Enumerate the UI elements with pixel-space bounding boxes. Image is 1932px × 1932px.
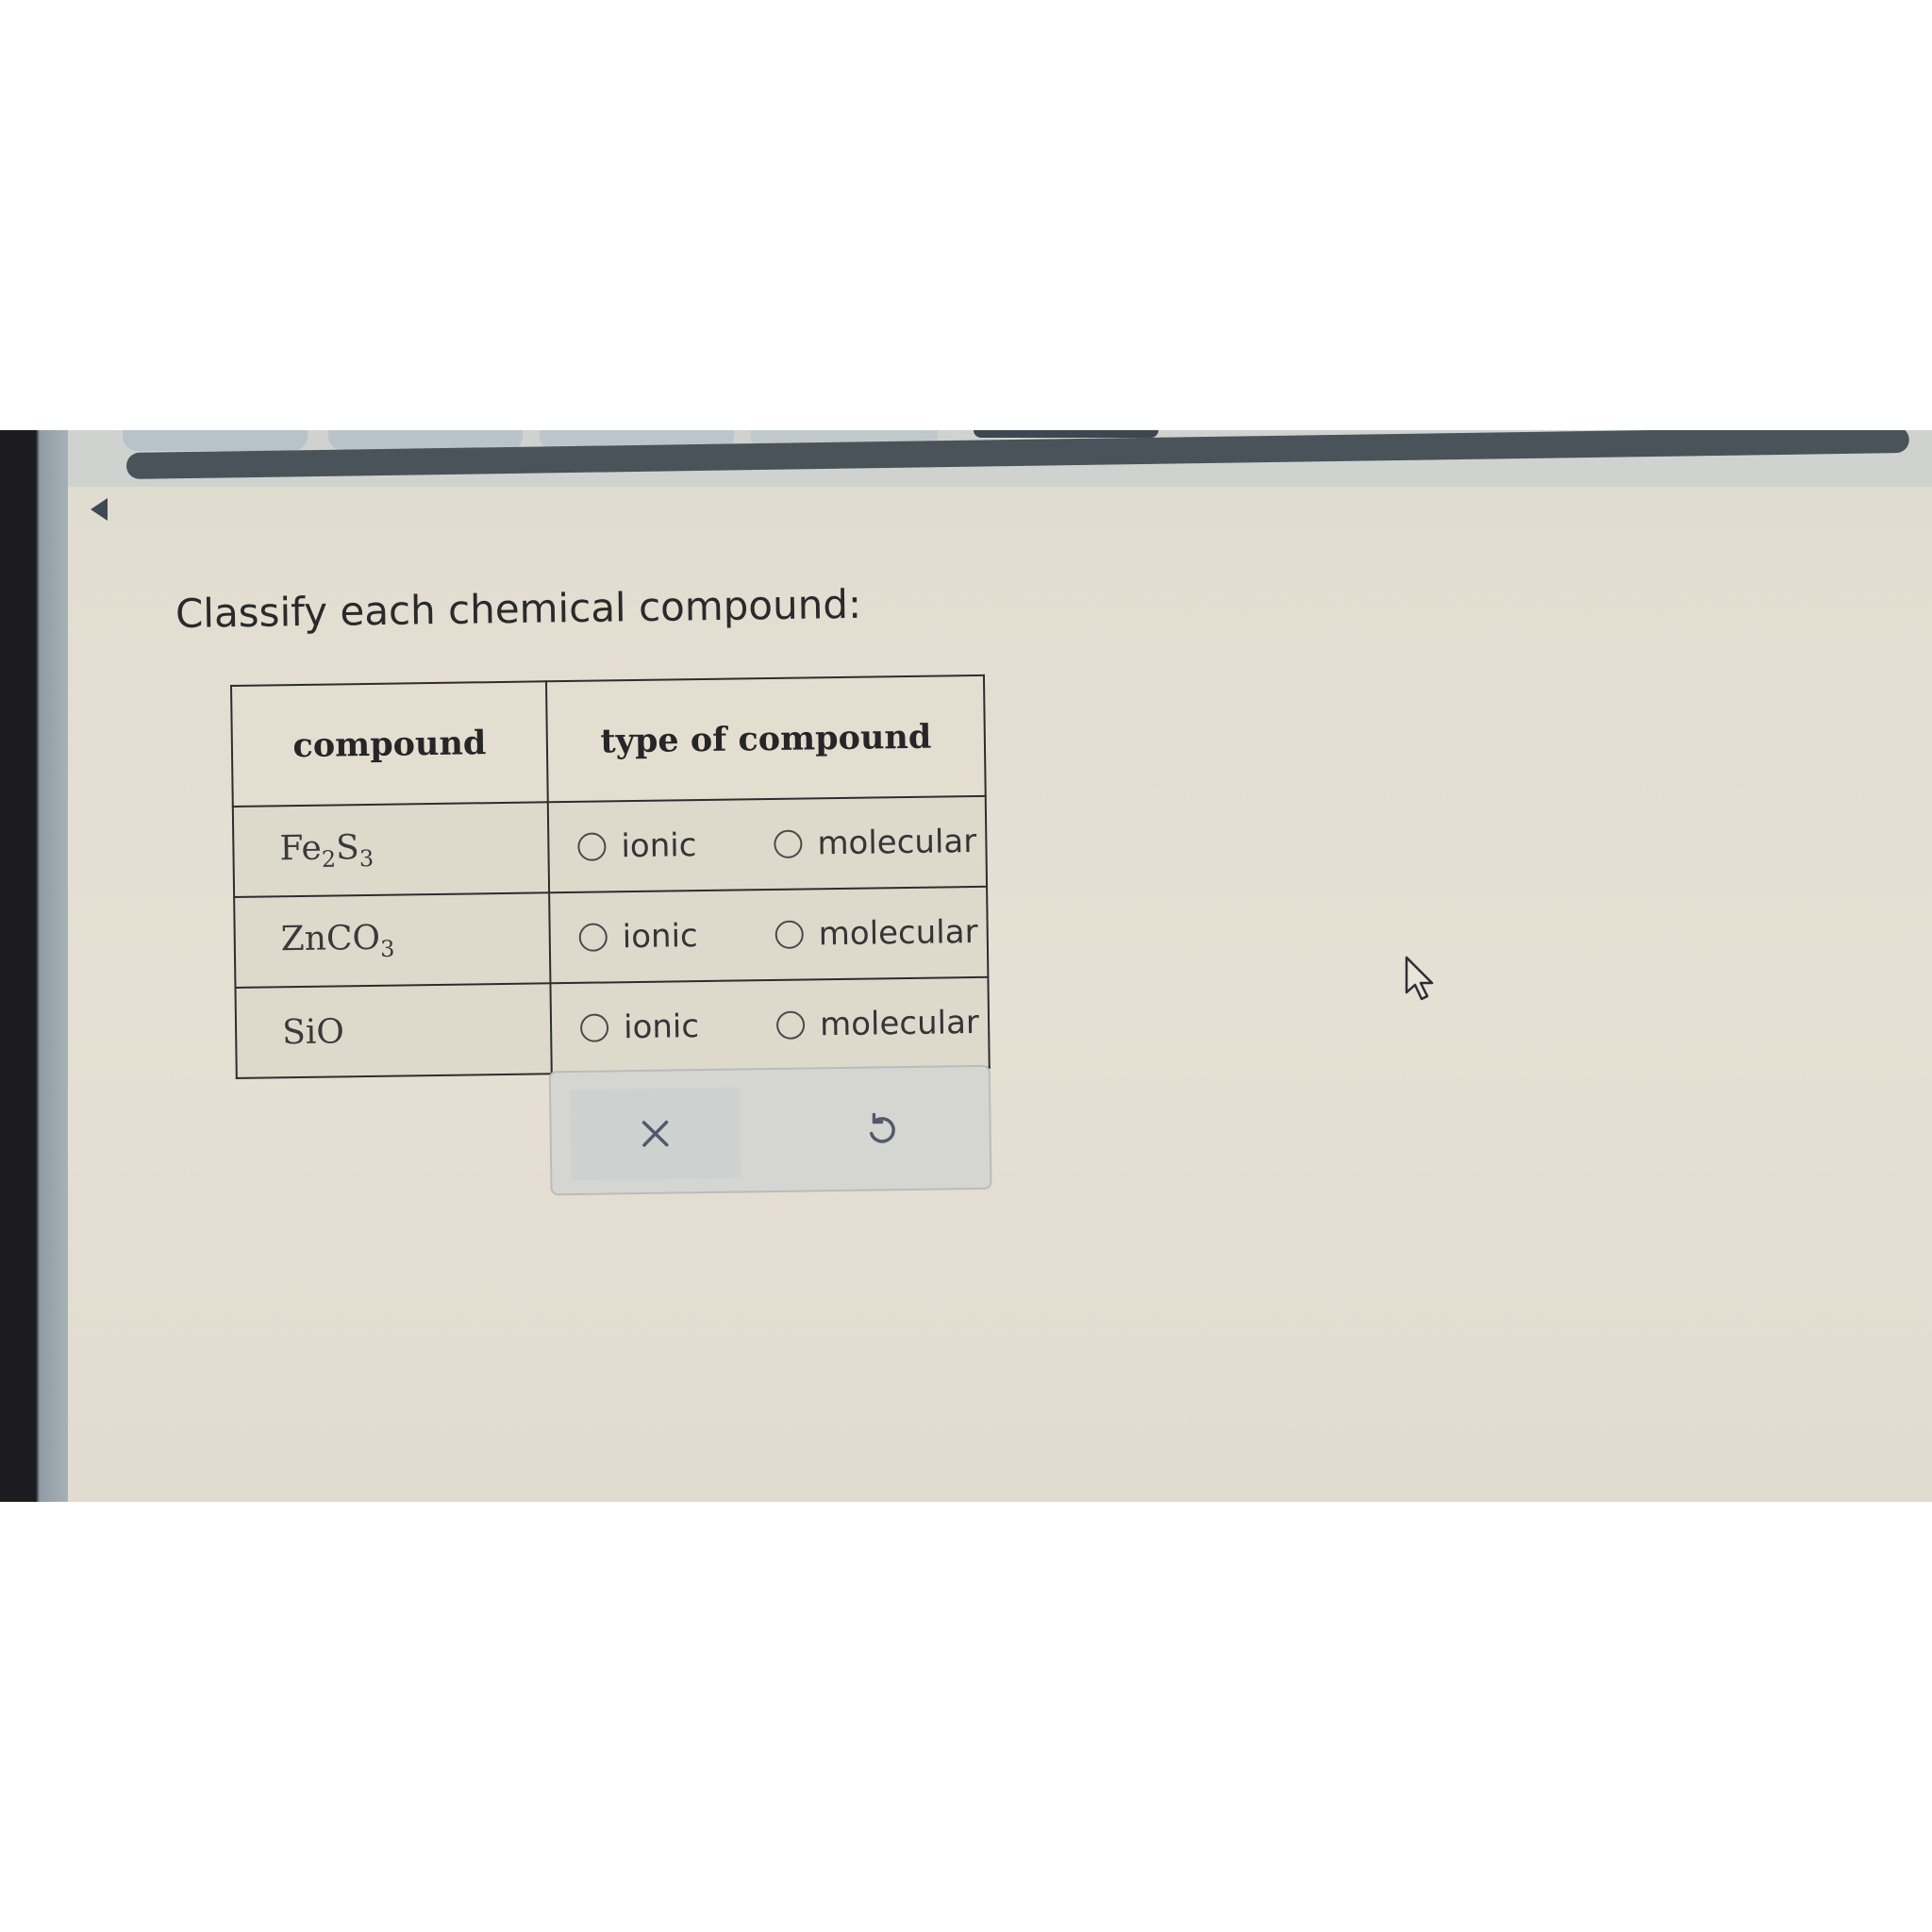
option-label: ionic (622, 917, 698, 957)
undo-icon (869, 1112, 895, 1143)
ionic-option[interactable]: ionic (577, 825, 774, 866)
type-choice-cell: ionic molecular (547, 795, 988, 893)
option-label: ionic (621, 826, 697, 866)
option-label: molecular (818, 912, 978, 954)
formula-fe2s3: Fe2S3 (279, 828, 374, 873)
mouse-pointer-icon (1405, 956, 1434, 1001)
ionic-option[interactable]: ionic (578, 916, 775, 957)
compound-cell: ZnCO3 (234, 892, 551, 988)
radio-button[interactable] (774, 829, 803, 858)
molecular-option[interactable]: molecular (774, 823, 976, 863)
table-row: SiO ionic molecular (235, 976, 990, 1078)
radio-button[interactable] (577, 832, 607, 861)
type-column-header: type of compound (545, 675, 986, 803)
ionic-option[interactable]: ionic (579, 1007, 777, 1047)
option-label: ionic (623, 1008, 700, 1047)
x-icon (641, 1120, 669, 1147)
formula-subscript: 3 (358, 844, 375, 873)
type-choice-cell: ionic molecular (549, 886, 989, 984)
assignment-page: Classify each chemical compound: compoun… (68, 430, 1932, 1502)
classification-table: compound type of compound Fe2S3 ionic mol… (230, 674, 991, 1079)
nav-tab[interactable] (123, 430, 308, 451)
formula-part: Zn (280, 919, 327, 959)
table-header-row: compound type of compound (231, 675, 986, 807)
screen-photo: Classify each chemical compound: compoun… (0, 430, 1932, 1502)
compound-cell: SiO (235, 983, 552, 1078)
radio-button[interactable] (578, 923, 608, 952)
table-row: ZnCO3 ionic molecular (234, 886, 989, 988)
formula-sio: SiO (282, 1012, 344, 1052)
compound-column-header: compound (231, 681, 548, 807)
top-navigation-band (68, 430, 1932, 487)
table-row: Fe2S3 ionic molecular (232, 795, 988, 897)
compound-cell: Fe2S3 (232, 802, 550, 897)
formula-part: Fe (279, 828, 323, 869)
answer-actions-panel (548, 1064, 992, 1196)
clear-answer-button[interactable] (570, 1087, 741, 1181)
formula-part: SiO (281, 1011, 345, 1052)
back-arrow-icon[interactable] (91, 498, 108, 521)
molecular-option[interactable]: molecular (774, 912, 978, 954)
formula-subscript: 2 (321, 845, 337, 873)
reset-button[interactable] (796, 1084, 967, 1177)
radio-button[interactable] (775, 1010, 806, 1040)
molecular-option[interactable]: molecular (775, 1003, 980, 1044)
formula-znco3: ZnCO3 (280, 918, 395, 962)
option-label: molecular (817, 822, 977, 863)
nav-tab-active[interactable] (974, 430, 1158, 438)
formula-subscript: 3 (379, 935, 395, 962)
formula-part: S (335, 828, 359, 868)
question-prompt: Classify each chemical compound: (175, 580, 862, 637)
option-label: molecular (819, 1003, 980, 1044)
type-choice-cell: ionic molecular (550, 976, 990, 1074)
formula-part: CO (325, 918, 381, 958)
radio-button[interactable] (579, 1013, 609, 1042)
question-area: compound type of compound Fe2S3 ionic mol… (230, 674, 1000, 1196)
radio-button[interactable] (774, 920, 804, 949)
